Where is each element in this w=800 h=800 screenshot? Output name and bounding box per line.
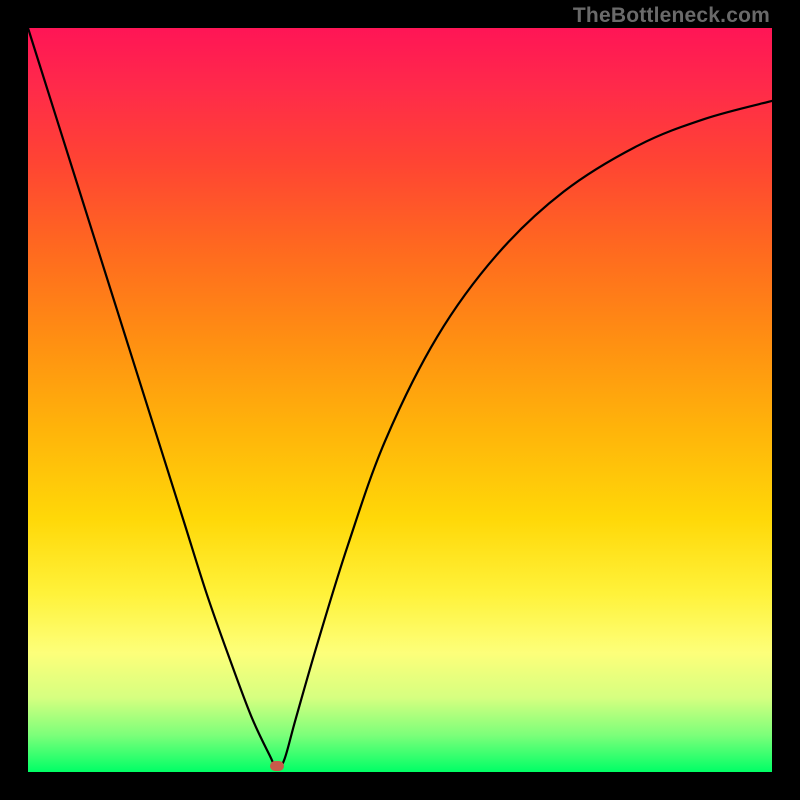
minimum-marker	[270, 761, 284, 771]
watermark-text: TheBottleneck.com	[573, 4, 770, 28]
bottleneck-curve	[28, 28, 772, 772]
chart-frame: TheBottleneck.com	[0, 0, 800, 800]
